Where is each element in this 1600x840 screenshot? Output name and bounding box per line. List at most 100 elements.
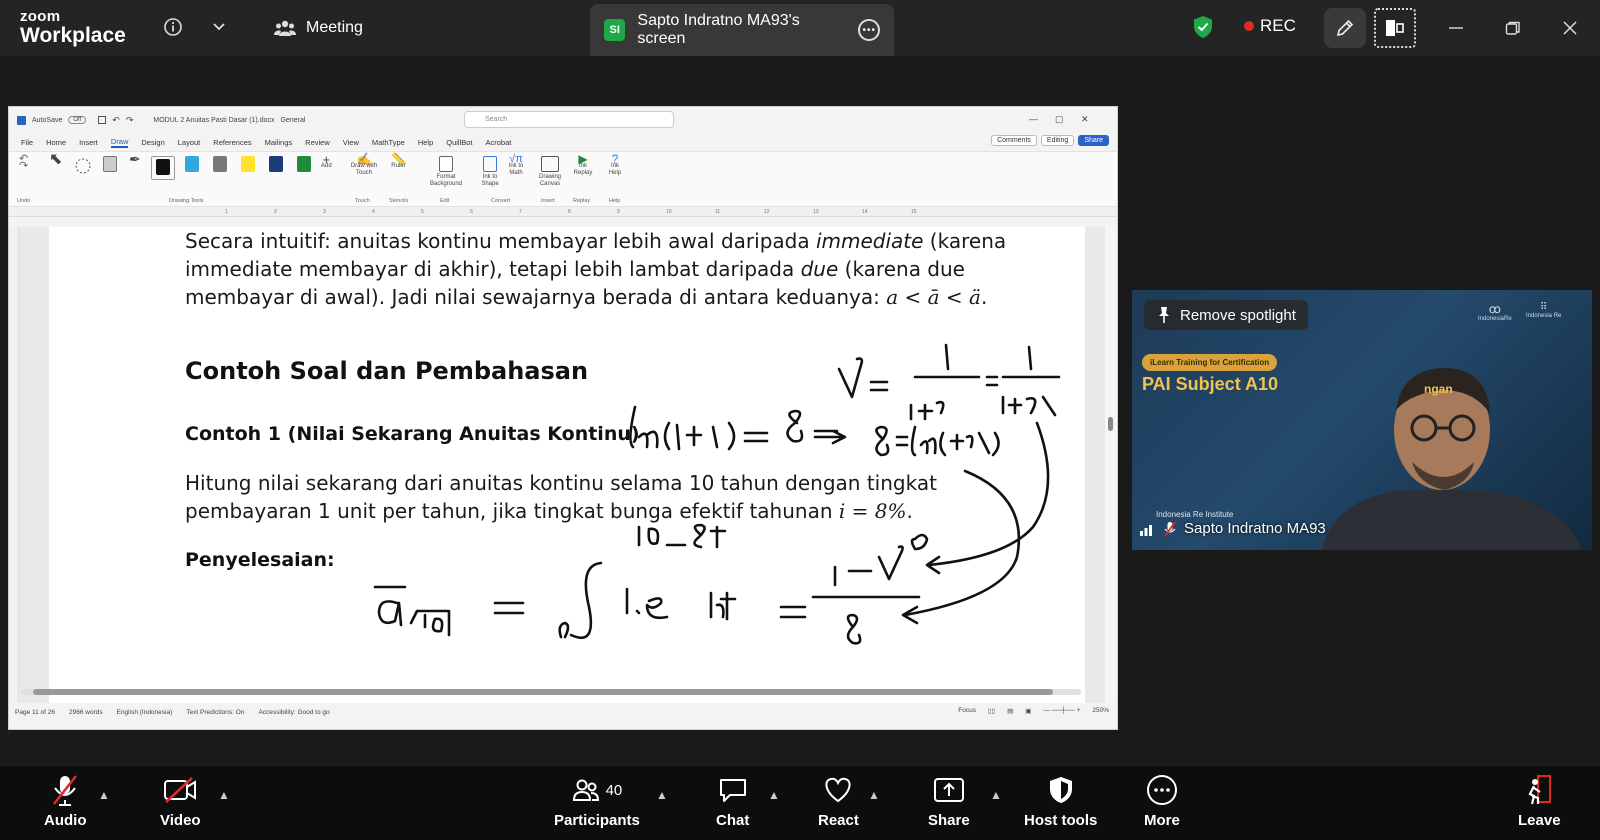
undo-ribbon-icon[interactable]: ↶ ↷ <box>19 154 28 172</box>
print-layout-icon[interactable]: ▤ <box>1007 707 1013 715</box>
word-menu-quillbot[interactable]: QuillBot <box>446 138 472 147</box>
ink-to-math-button[interactable]: √π Ink to Math <box>505 154 527 177</box>
word-menu-mathtype[interactable]: MathType <box>372 138 405 147</box>
remove-spotlight-button[interactable]: Remove spotlight <box>1144 300 1308 330</box>
video-button[interactable]: Video <box>160 774 201 829</box>
info-icon[interactable] <box>160 14 186 40</box>
editing-button[interactable]: Editing <box>1040 135 1075 146</box>
lasso-tool-icon[interactable] <box>73 156 93 179</box>
chat-caret-icon[interactable]: ▲ <box>768 788 780 802</box>
word-menu-mailings[interactable]: Mailings <box>265 138 293 147</box>
language-status[interactable]: English (Indonesia) <box>117 709 173 716</box>
sensitivity-label[interactable]: General <box>280 117 305 124</box>
word-restore-icon[interactable]: ▢ <box>1055 114 1064 125</box>
horizontal-ruler[interactable]: 1 2 3 4 5 6 7 8 9 10 11 12 13 14 15 <box>9 207 1117 217</box>
ruler-mark: 8 <box>568 209 571 215</box>
audio-button[interactable]: Audio <box>44 774 87 829</box>
ink-replay-button[interactable]: ▶ Ink Replay <box>571 153 595 177</box>
accessibility-status[interactable]: Accessibility: Good to go <box>258 709 329 716</box>
recording-indicator[interactable]: REC <box>1244 16 1296 36</box>
close-icon[interactable] <box>1558 16 1582 40</box>
video-options-caret-icon[interactable]: ▲ <box>218 788 230 802</box>
insert-group-label: Insert <box>541 198 555 204</box>
shared-screen[interactable]: AutoSave Off ↶ ↷ MODUL 2 Anuitas Pasti D… <box>8 106 1118 730</box>
more-button[interactable]: More <box>1144 774 1180 829</box>
select-tool-icon[interactable]: ⬉ <box>49 152 62 168</box>
text-predictions-status[interactable]: Text Predictions: On <box>186 709 244 716</box>
audio-options-caret-icon[interactable]: ▲ <box>98 788 110 802</box>
view-mode-button[interactable] <box>1374 8 1416 48</box>
vertical-ruler[interactable] <box>9 227 19 703</box>
ink-to-shape-button[interactable]: Ink to Shape <box>479 156 501 188</box>
participants-button[interactable]: 40 Participants <box>554 774 640 829</box>
word-share-button[interactable]: Share <box>1078 135 1109 146</box>
ruler-button[interactable]: 📏 Ruler <box>391 153 406 170</box>
participants-caret-icon[interactable]: ▲ <box>656 788 668 802</box>
draw-with-touch-button[interactable]: ✍ Draw with Touch <box>347 153 381 177</box>
share-caret-icon[interactable]: ▲ <box>990 788 1002 802</box>
document-page[interactable]: Secara intuitif: anuitas kontinu membaya… <box>49 227 1085 703</box>
word-search-box[interactable]: Search <box>464 111 674 128</box>
speaker-video-tile[interactable]: Remove spotlight ꝏ IndonesiaRe ⠿ Indonesia… <box>1132 290 1592 550</box>
more-options-icon[interactable]: ••• <box>858 19 881 41</box>
meeting-button[interactable]: Meeting <box>274 14 363 42</box>
word-menu-references[interactable]: References <box>213 138 251 147</box>
react-caret-icon[interactable]: ▲ <box>868 788 880 802</box>
save-icon[interactable] <box>98 116 107 124</box>
chevron-down-icon[interactable] <box>206 14 232 40</box>
screen-share-tab[interactable]: SI Sapto Indratno MA93's screen ••• <box>590 4 894 56</box>
word-close-icon[interactable]: ✕ <box>1081 114 1089 125</box>
horizontal-scroll-thumb[interactable] <box>33 689 1053 695</box>
ruler-mark: 15 <box>911 209 917 215</box>
react-button[interactable]: React <box>818 774 859 829</box>
web-layout-icon[interactable]: ▣ <box>1025 707 1031 715</box>
undo-icon[interactable]: ↶ <box>112 115 120 126</box>
share-button[interactable]: Share <box>928 774 970 829</box>
pen-tool-icon[interactable]: ✒ <box>129 152 141 166</box>
word-menu-file[interactable]: File <box>21 138 33 147</box>
navy-pen-icon[interactable] <box>269 156 283 174</box>
vertical-scrollbar[interactable] <box>1105 227 1117 703</box>
format-background-button[interactable]: Format Background <box>423 156 469 188</box>
word-count[interactable]: 2966 words <box>69 709 103 716</box>
word-menu-insert[interactable]: Insert <box>79 138 98 147</box>
autosave-toggle[interactable]: Off <box>68 116 87 124</box>
ink-help-button[interactable]: ? Ink Help <box>605 153 625 177</box>
word-menu-design[interactable]: Design <box>141 138 164 147</box>
green-pen-icon[interactable] <box>297 156 311 174</box>
word-minimize-icon[interactable]: — <box>1029 114 1038 124</box>
host-tools-button[interactable]: Host tools <box>1024 774 1097 829</box>
word-menu-draw[interactable]: Draw <box>110 137 129 148</box>
leave-button[interactable]: Leave <box>1518 774 1561 829</box>
security-shield-icon[interactable] <box>1190 14 1216 40</box>
minimize-icon[interactable] <box>1444 16 1468 40</box>
banner-pill: iLearn Training for Certification <box>1142 354 1278 371</box>
word-status-bar: Page 11 of 26 2966 words English (Indone… <box>9 703 1117 721</box>
zoom-slider[interactable]: — ──┼── + <box>1043 707 1080 715</box>
restore-icon[interactable] <box>1501 16 1525 40</box>
horizontal-scrollbar[interactable] <box>21 689 1081 695</box>
vertical-scroll-thumb[interactable] <box>1108 417 1113 431</box>
word-menu-review[interactable]: Review <box>305 138 330 147</box>
word-menu-layout[interactable]: Layout <box>178 138 201 147</box>
focus-button[interactable]: Focus <box>958 707 976 715</box>
chat-button[interactable]: Chat <box>716 774 749 829</box>
read-mode-icon[interactable]: ▯▯ <box>988 707 995 715</box>
add-pen-button[interactable]: + Add <box>321 153 332 170</box>
black-pen-icon[interactable] <box>151 156 175 180</box>
eraser-tool-icon[interactable] <box>103 156 117 174</box>
gray-pen-icon[interactable] <box>213 156 227 174</box>
word-menu-home[interactable]: Home <box>46 138 66 147</box>
annotate-button[interactable] <box>1324 8 1366 48</box>
page-count[interactable]: Page 11 of 26 <box>15 709 55 716</box>
word-menu-view[interactable]: View <box>343 138 359 147</box>
comments-button[interactable]: Comments <box>991 135 1037 146</box>
word-menu-help[interactable]: Help <box>418 138 433 147</box>
blue-pen-icon[interactable] <box>185 156 199 174</box>
pencil-icon <box>1336 19 1354 37</box>
zoom-level[interactable]: 250% <box>1092 707 1109 715</box>
drawing-canvas-button[interactable]: Drawing Canvas <box>535 156 565 188</box>
redo-icon[interactable]: ↷ <box>126 115 134 126</box>
word-menu-acrobat[interactable]: Acrobat <box>486 138 512 147</box>
yellow-highlighter-icon[interactable] <box>241 156 255 174</box>
